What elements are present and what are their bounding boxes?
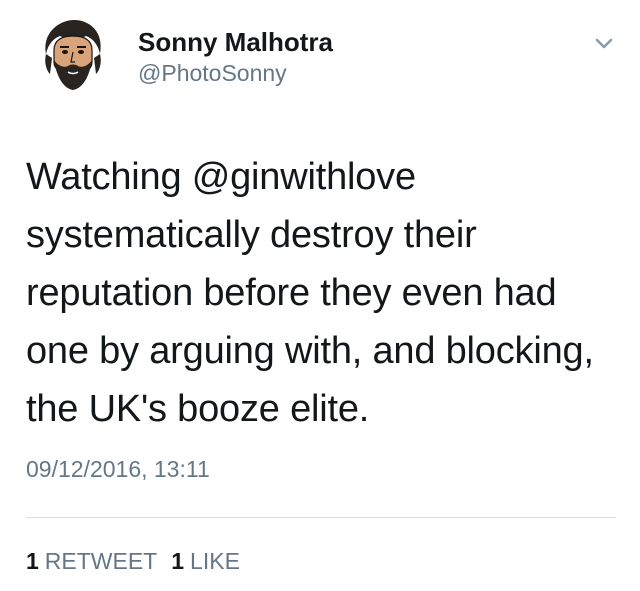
- tweet-stats: 1 RETWEET 1 LIKE: [26, 546, 254, 576]
- author-avatar[interactable]: [32, 14, 114, 96]
- likes-count: 1: [171, 548, 185, 574]
- retweets-count: 1: [26, 548, 39, 574]
- tweet-timestamp[interactable]: 09/12/2016, 13:11: [26, 454, 210, 484]
- divider: [26, 517, 616, 518]
- likes-stat[interactable]: 1 LIKE: [171, 546, 240, 576]
- tweet-card: Sonny Malhotra @PhotoSonny Watching @gin…: [0, 0, 640, 591]
- tweet-text-line: one by arguing with, and blocking,: [26, 330, 594, 372]
- author-handle[interactable]: @PhotoSonny: [138, 58, 287, 88]
- tweet-text-line: systematically destroy their: [26, 214, 477, 256]
- tweet-text: Watching @ginwithlove systematically des…: [26, 148, 616, 438]
- retweets-label: RETWEET: [44, 548, 158, 574]
- likes-label: LIKE: [190, 548, 240, 574]
- chevron-down-icon: [595, 38, 613, 49]
- retweets-stat[interactable]: 1 RETWEET: [26, 546, 157, 576]
- tweet-options-button[interactable]: [590, 32, 618, 56]
- author-display-name[interactable]: Sonny Malhotra: [138, 26, 333, 58]
- tweet-text-line: the UK's booze elite.: [26, 388, 370, 430]
- tweet-text-line: Watching @ginwithlove: [26, 156, 416, 198]
- bearded-man-avatar-icon: [32, 14, 114, 96]
- tweet-text-line: reputation before they even had: [26, 272, 557, 314]
